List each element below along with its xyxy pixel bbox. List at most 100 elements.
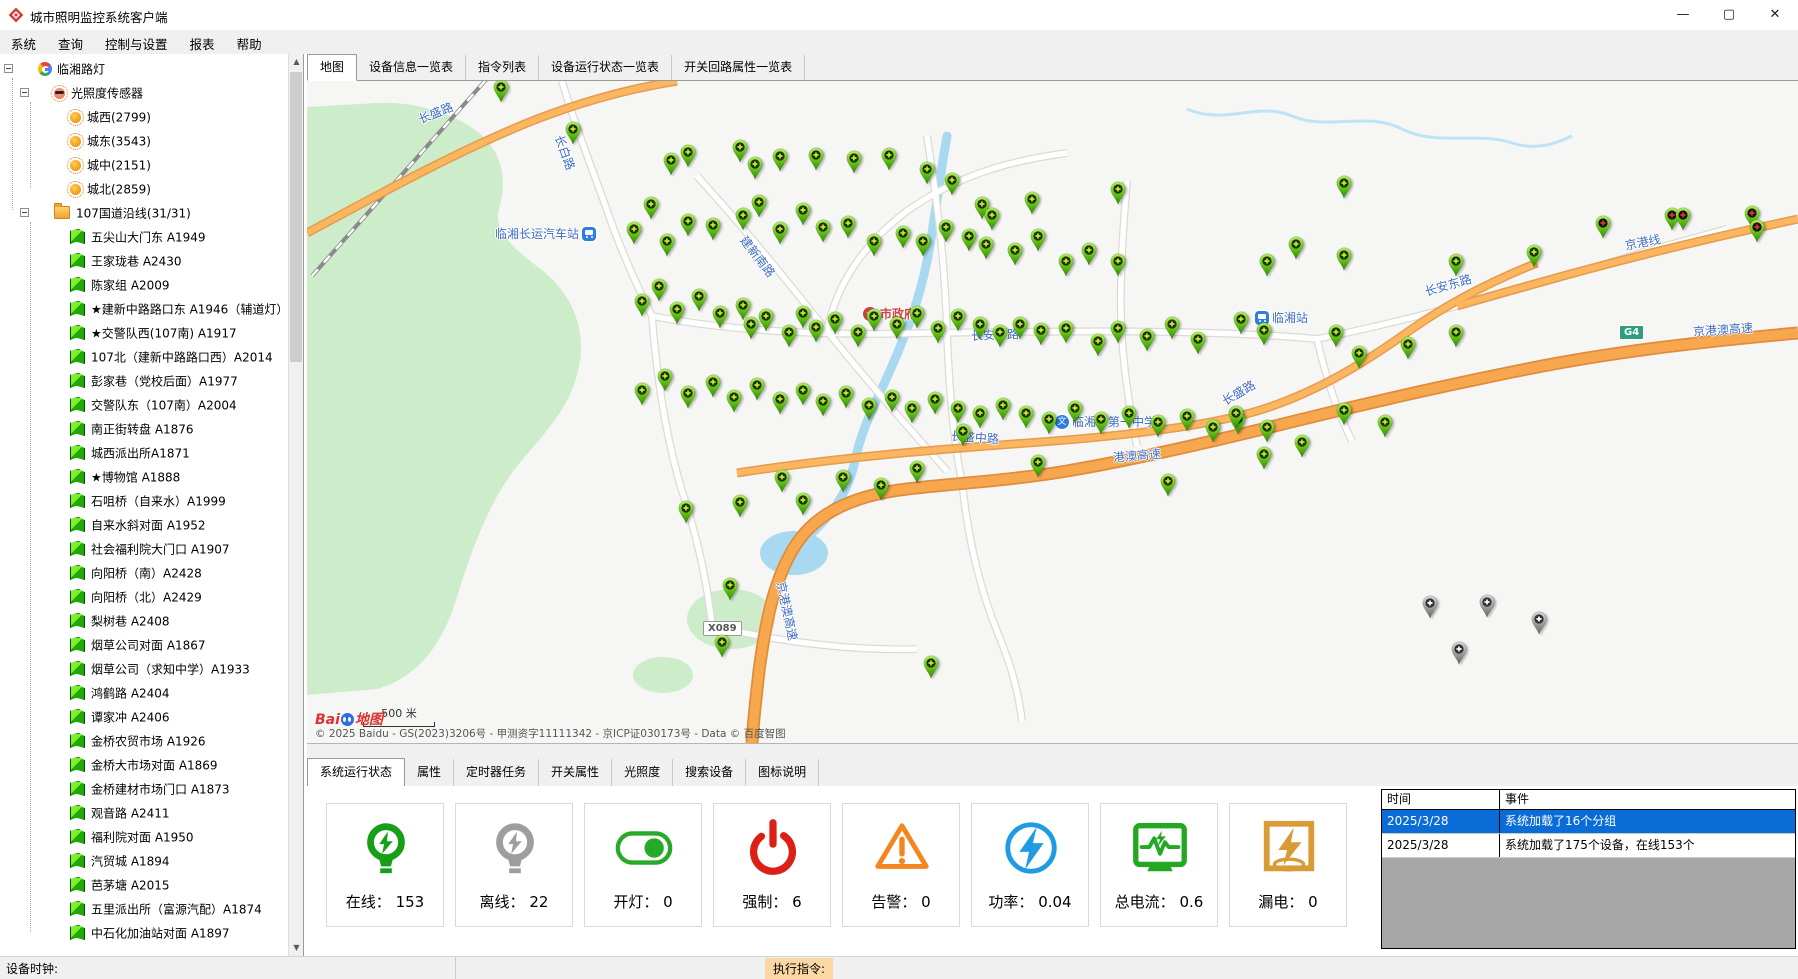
tree-device-12[interactable]: 自来水斜对面 A1952: [0, 513, 288, 537]
map-pin-online[interactable]: [726, 389, 742, 413]
menu-item-0[interactable]: 系统: [0, 30, 47, 57]
expander-icon[interactable]: [20, 88, 29, 97]
map-pin-online[interactable]: [795, 492, 811, 516]
map-pin-online[interactable]: [1448, 253, 1464, 277]
map-pin-online[interactable]: [919, 161, 935, 185]
tree-device-21[interactable]: 金桥农贸市场 A1926: [0, 729, 288, 753]
minimize-button[interactable]: —: [1660, 0, 1706, 30]
map-pin-online[interactable]: [751, 194, 767, 218]
tree-device-6[interactable]: 彭家巷（党校后面）A1977: [0, 369, 288, 393]
map-tab-3[interactable]: 设备运行状态一览表: [539, 55, 672, 80]
map-pin-online[interactable]: [1164, 316, 1180, 340]
map-pin-online[interactable]: [1336, 175, 1352, 199]
map-pin-online[interactable]: [1067, 400, 1083, 424]
map-pin-online[interactable]: [978, 236, 994, 260]
map-pin-offline[interactable]: [1531, 611, 1547, 635]
map-pin-online[interactable]: [795, 382, 811, 406]
map-tab-2[interactable]: 指令列表: [466, 55, 539, 80]
map-pin-online[interactable]: [722, 577, 738, 601]
map-pin-online[interactable]: [881, 147, 897, 171]
map-pin-online[interactable]: [889, 316, 905, 340]
event-row-0[interactable]: 2025/3/28 12:15:08系统加载了16个分组: [1382, 810, 1795, 834]
panel-tab-6[interactable]: 图标说明: [746, 759, 819, 786]
map-canvas[interactable]: 长盛路长白路建新南路长安中路长安东路京港线京港澳高速长盛中路长盛路港澳高速京港澳…: [307, 81, 1798, 744]
menu-item-4[interactable]: 帮助: [226, 30, 273, 57]
tree-sensor-0[interactable]: 城西(2799): [0, 105, 288, 129]
map-pin-online[interactable]: [657, 368, 673, 392]
map-pin-online[interactable]: [961, 228, 977, 252]
map-pin-online[interactable]: [1288, 236, 1304, 260]
map-pin-online[interactable]: [835, 469, 851, 493]
map-pin-online[interactable]: [1139, 328, 1155, 352]
map-pin-online[interactable]: [808, 147, 824, 171]
event-log[interactable]: 时间事件2025/3/28 12:15:08系统加载了16个分组2025/3/2…: [1381, 789, 1796, 949]
tree-sensor-2[interactable]: 城中(2151): [0, 153, 288, 177]
map-pin-online[interactable]: [930, 320, 946, 344]
map-pin-online[interactable]: [1233, 311, 1249, 335]
map-pin-online[interactable]: [651, 278, 667, 302]
map-pin-online[interactable]: [1024, 191, 1040, 215]
map-pin-online[interactable]: [1294, 434, 1310, 458]
map-pin-online[interactable]: [840, 215, 856, 239]
map-pin-online[interactable]: [634, 293, 650, 317]
tree-device-2[interactable]: 陈家组 A2009: [0, 273, 288, 297]
tree-root[interactable]: 临湘路灯: [0, 57, 288, 81]
map-pin-alarm[interactable]: [1675, 207, 1691, 231]
menu-item-1[interactable]: 查询: [47, 30, 94, 57]
map-pin-online[interactable]: [1190, 331, 1206, 355]
map-pin-online[interactable]: [493, 81, 509, 103]
map-pin-online[interactable]: [1030, 454, 1046, 478]
map-pin-online[interactable]: [705, 374, 721, 398]
map-pin-online[interactable]: [815, 219, 831, 243]
map-pin-online[interactable]: [680, 144, 696, 168]
scroll-down-icon[interactable]: ▼: [289, 940, 304, 956]
map-pin-online[interactable]: [1110, 253, 1126, 277]
tree-group-sensors[interactable]: 光照度传感器: [0, 81, 288, 105]
map-pin-online[interactable]: [1448, 324, 1464, 348]
map-pin-online[interactable]: [749, 377, 765, 401]
map-pin-online[interactable]: [659, 233, 675, 257]
map-pin-online[interactable]: [680, 213, 696, 237]
tree-device-22[interactable]: 金桥大市场对面 A1869: [0, 753, 288, 777]
tree-device-25[interactable]: 福利院对面 A1950: [0, 825, 288, 849]
map-tab-0[interactable]: 地图: [307, 54, 357, 81]
map-pin-online[interactable]: [995, 397, 1011, 421]
menu-item-3[interactable]: 报表: [179, 30, 226, 57]
map-pin-online[interactable]: [1058, 320, 1074, 344]
map-pin-online[interactable]: [846, 150, 862, 174]
map-pin-offline[interactable]: [1451, 641, 1467, 665]
map-pin-online[interactable]: [1259, 419, 1275, 443]
tree-scrollbar[interactable]: ▲ ▼: [288, 54, 303, 956]
map-pin-online[interactable]: [1110, 181, 1126, 205]
map-pin-online[interactable]: [815, 393, 831, 417]
map-pin-online[interactable]: [1121, 405, 1137, 429]
map-pin-online[interactable]: [1179, 408, 1195, 432]
map-pin-online[interactable]: [861, 397, 877, 421]
map-pin-online[interactable]: [866, 233, 882, 257]
map-pin-online[interactable]: [1081, 242, 1097, 266]
map-pin-online[interactable]: [1259, 253, 1275, 277]
scrollbar-thumb[interactable]: [290, 72, 302, 362]
map-pin-online[interactable]: [1093, 411, 1109, 435]
map-pin-online[interactable]: [1336, 247, 1352, 271]
scroll-up-icon[interactable]: ▲: [289, 54, 304, 70]
tree-device-8[interactable]: 南正街转盘 A1876: [0, 417, 288, 441]
map-pin-online[interactable]: [795, 202, 811, 226]
tree-device-28[interactable]: 五里派出所（富源汽配）A1874: [0, 897, 288, 921]
map-pin-online[interactable]: [1012, 316, 1028, 340]
map-pin-online[interactable]: [772, 221, 788, 245]
map-pin-online[interactable]: [1160, 473, 1176, 497]
tree-device-23[interactable]: 金桥建材市场门口 A1873: [0, 777, 288, 801]
map-pin-alarm[interactable]: [1749, 219, 1765, 243]
map-pin-online[interactable]: [1351, 345, 1367, 369]
panel-tab-4[interactable]: 光照度: [612, 759, 673, 786]
device-tree[interactable]: 临湘路灯光照度传感器城西(2799)城东(3543)城中(2151)城北(285…: [0, 54, 288, 956]
map-pin-online[interactable]: [838, 385, 854, 409]
map-pin-online[interactable]: [680, 385, 696, 409]
map-pin-online[interactable]: [1041, 411, 1057, 435]
tree-device-10[interactable]: ★博物馆 A1888: [0, 465, 288, 489]
map-pin-online[interactable]: [1150, 414, 1166, 438]
map-pin-online[interactable]: [1336, 402, 1352, 426]
map-pin-online[interactable]: [1110, 320, 1126, 344]
map-pin-online[interactable]: [850, 324, 866, 348]
